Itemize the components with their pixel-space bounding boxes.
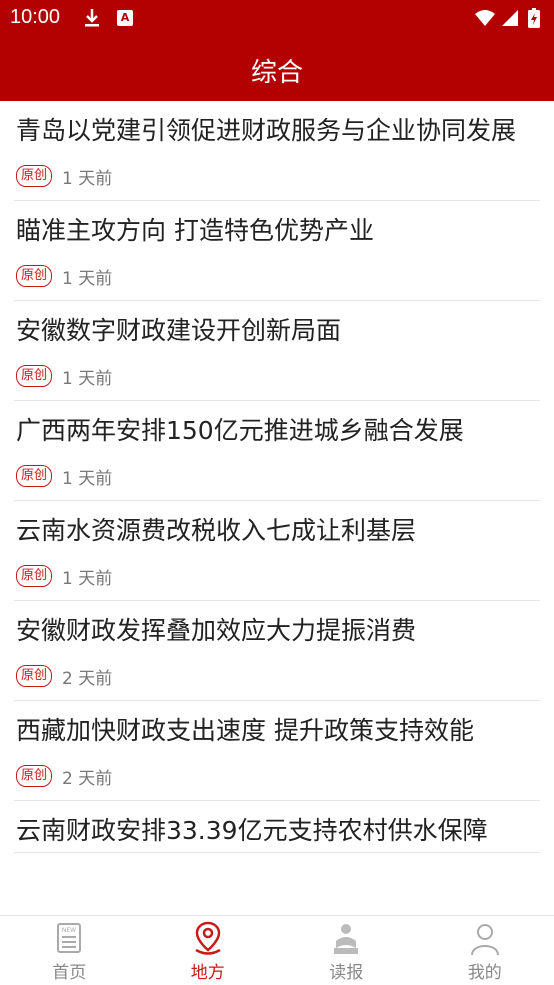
tab-label: 我的 [468,958,502,983]
article-item[interactable]: 青岛以党建引领促进财政服务与企业协同发展 原创 1 天前 [14,101,540,201]
user-icon [467,921,503,957]
app-notification-icon: A [117,10,133,26]
article-item[interactable]: 云南财政安排33.39亿元支持农村供水保障 [14,801,540,853]
article-title: 瞄准主攻方向 打造特色优势产业 [16,201,538,252]
article-time: 1 天前 [62,564,112,589]
tab-label: 地方 [191,958,225,983]
status-bar: 10:00 A [0,0,554,38]
original-badge: 原创 [16,765,52,787]
tab-local[interactable]: 地方 [139,916,278,985]
original-badge: 原创 [16,665,52,687]
article-item[interactable]: 安徽财政发挥叠加效应大力提振消费 原创 2 天前 [14,601,540,701]
article-title: 广西两年安排150亿元推进城乡融合发展 [16,401,538,452]
article-list[interactable]: 青岛以党建引领促进财政服务与企业协同发展 原创 1 天前 瞄准主攻方向 打造特色优… [0,101,554,915]
bottom-tab-bar: NEW 首页 地方 读报 我的 [0,915,554,985]
tab-profile[interactable]: 我的 [416,916,554,985]
svg-text:NEW: NEW [62,927,76,934]
article-title: 安徽数字财政建设开创新局面 [16,301,538,352]
article-time: 1 天前 [62,364,112,389]
tab-label: 读报 [329,958,363,983]
wifi-icon [474,9,496,27]
news-icon: NEW [51,921,87,957]
download-icon [82,7,102,29]
battery-icon [528,8,540,28]
article-time: 2 天前 [62,764,112,789]
article-time: 2 天前 [62,664,112,689]
article-time: 1 天前 [62,264,112,289]
article-item[interactable]: 瞄准主攻方向 打造特色优势产业 原创 1 天前 [14,201,540,301]
article-title: 云南财政安排33.39亿元支持农村供水保障 [16,801,538,852]
original-badge: 原创 [16,265,52,287]
original-badge: 原创 [16,365,52,387]
article-time: 1 天前 [62,164,112,189]
article-title: 安徽财政发挥叠加效应大力提振消费 [16,601,538,652]
page-title: 综合 [0,52,554,89]
original-badge: 原创 [16,465,52,487]
tab-home[interactable]: NEW 首页 [0,916,139,985]
tab-label: 首页 [52,958,86,983]
article-time: 1 天前 [62,464,112,489]
original-badge: 原创 [16,565,52,587]
article-title: 西藏加快财政支出速度 提升政策支持效能 [16,701,538,752]
tab-reader[interactable]: 读报 [277,916,416,985]
article-item[interactable]: 西藏加快财政支出速度 提升政策支持效能 原创 2 天前 [14,701,540,801]
article-item[interactable]: 云南水资源费改税收入七成让利基层 原创 1 天前 [14,501,540,601]
signal-icon [501,9,519,27]
article-item[interactable]: 广西两年安排150亿元推进城乡融合发展 原创 1 天前 [14,401,540,501]
article-item[interactable]: 安徽数字财政建设开创新局面 原创 1 天前 [14,301,540,401]
original-badge: 原创 [16,165,52,187]
status-time: 10:00 [10,6,60,29]
article-title: 云南水资源费改税收入七成让利基层 [16,501,538,552]
location-pin-icon [190,921,226,957]
article-title: 青岛以党建引领促进财政服务与企业协同发展 [16,101,538,152]
title-bar: 综合 [0,38,554,101]
reader-icon [328,921,364,957]
